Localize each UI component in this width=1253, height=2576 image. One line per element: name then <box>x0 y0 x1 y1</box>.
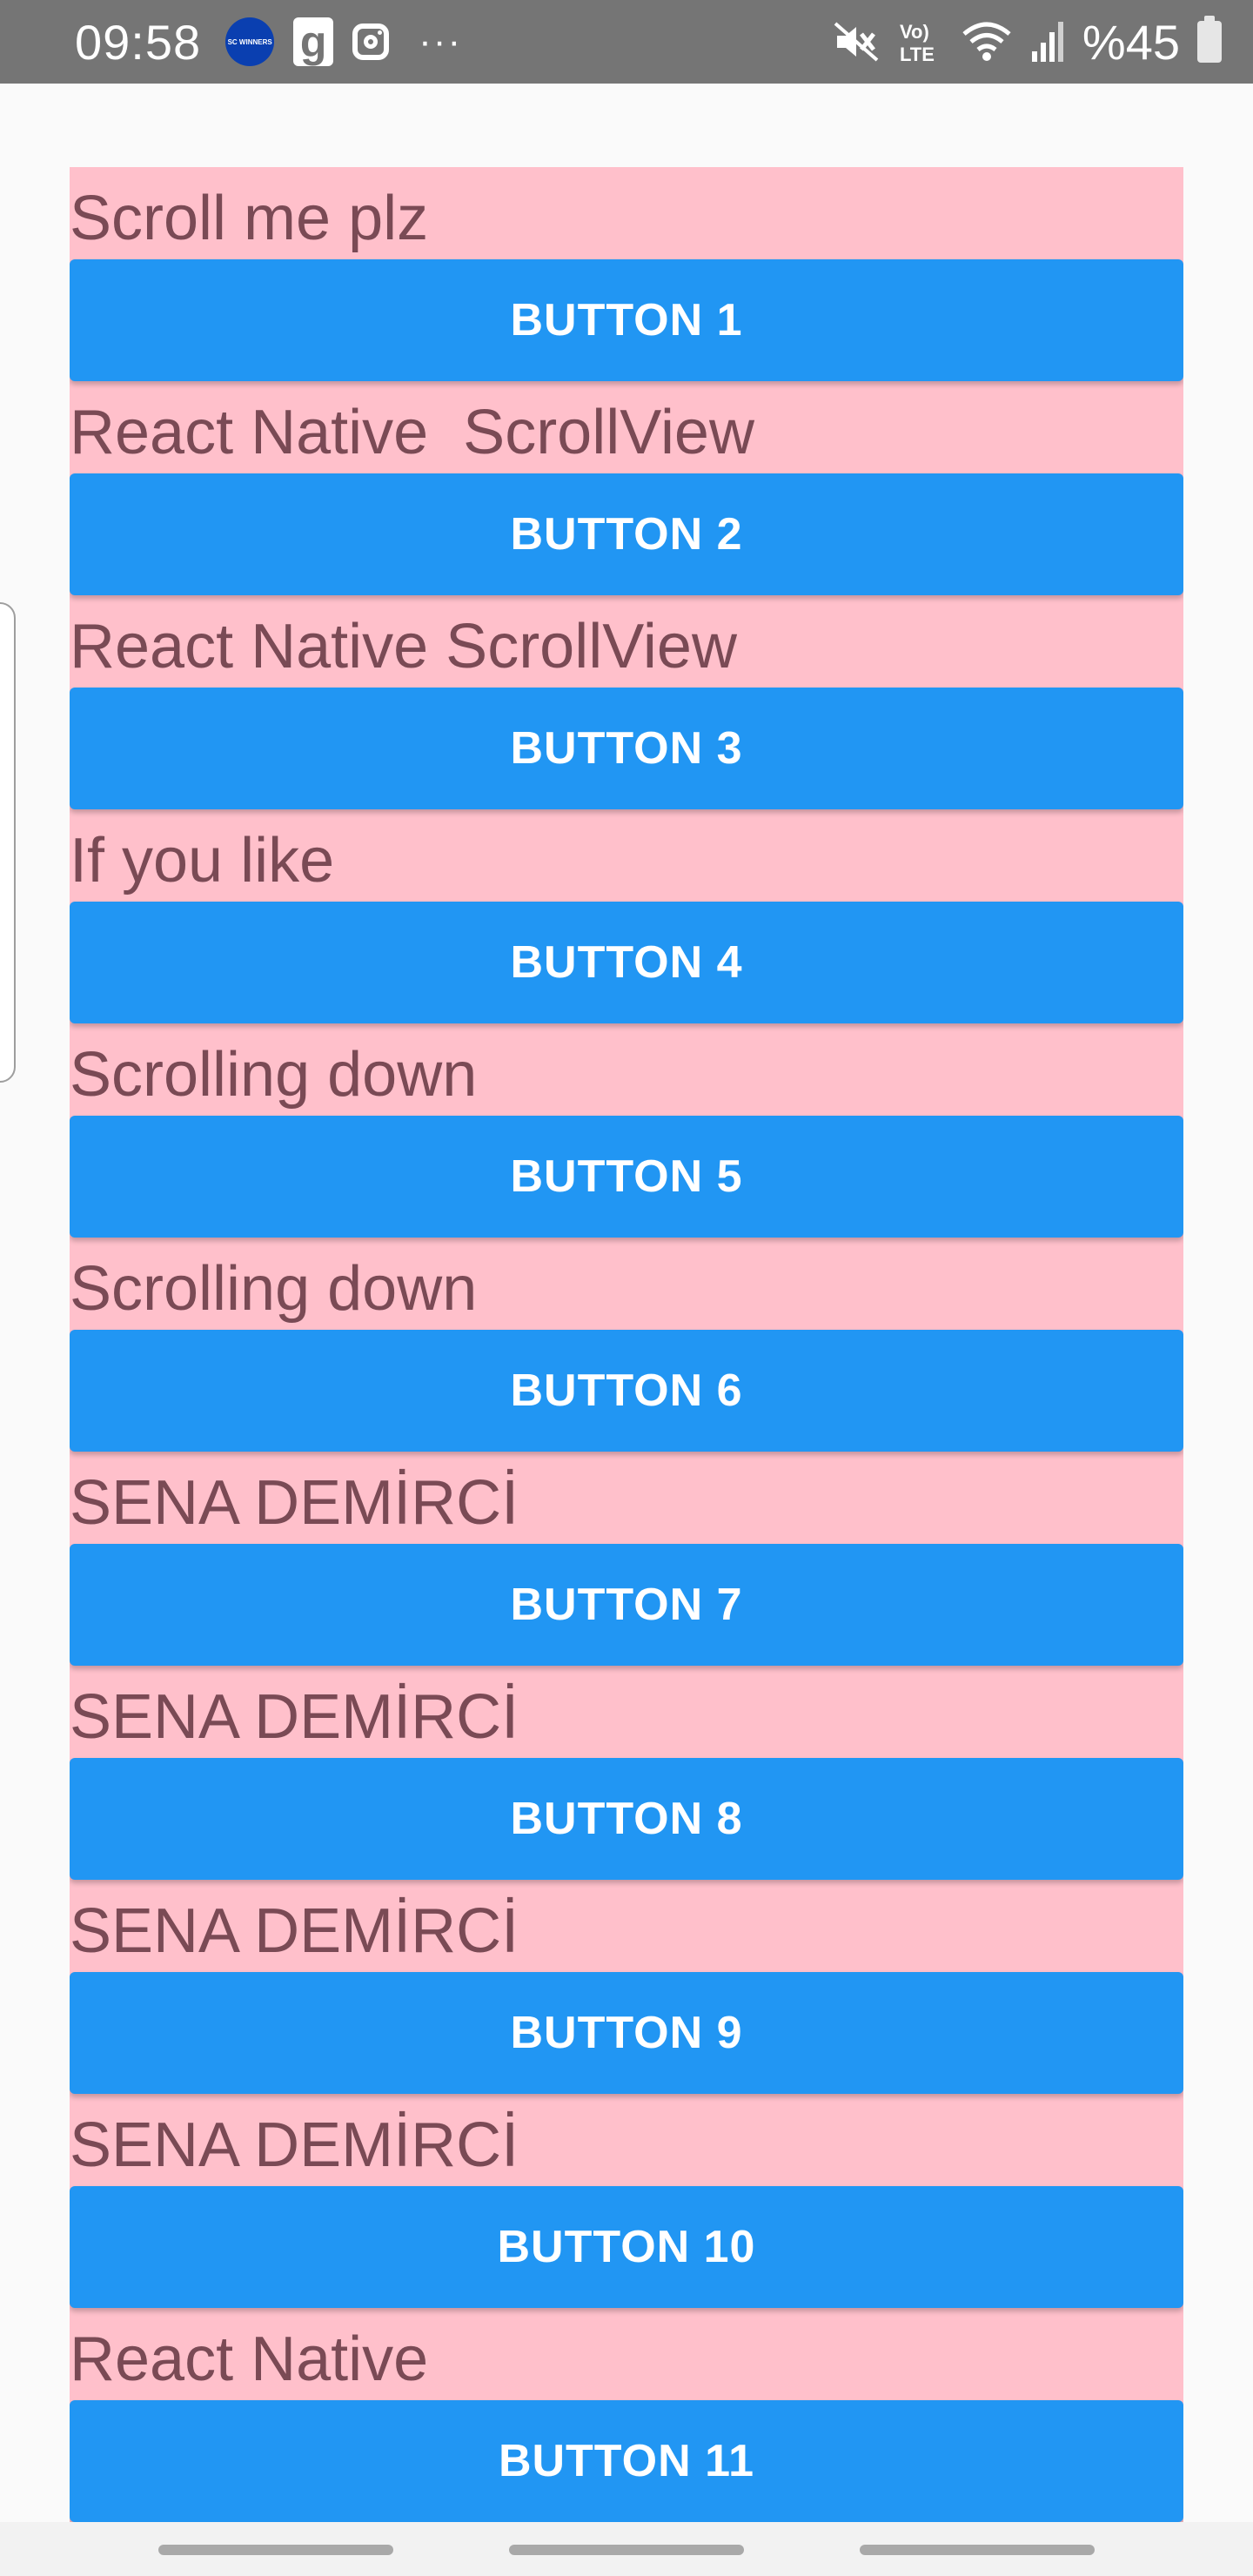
signal-icon <box>1030 20 1065 64</box>
g-app-icon: g <box>293 17 334 66</box>
scroll-item: SENA DEMİRCİ BUTTON 9 <box>70 1880 1183 2094</box>
button-4[interactable]: BUTTON 4 <box>70 902 1183 1023</box>
navigation-bar <box>0 2522 1253 2576</box>
button-8[interactable]: BUTTON 8 <box>70 1758 1183 1880</box>
scroll-item: React Native ScrollView BUTTON 2 <box>70 381 1183 595</box>
button-2[interactable]: BUTTON 2 <box>70 473 1183 595</box>
item-text: SENA DEMİRCİ <box>70 1896 519 1966</box>
battery-icon <box>1197 16 1222 63</box>
status-time: 09:58 <box>75 14 202 70</box>
item-text: Scrolling down <box>70 1040 478 1110</box>
instagram-icon <box>352 23 390 60</box>
scroll-item: Scrolling down BUTTON 6 <box>70 1238 1183 1452</box>
scroll-view[interactable]: Scroll me plz BUTTON 1 React Native Scro… <box>70 167 1183 2522</box>
scroll-item: React Native ScrollView BUTTON 3 <box>70 595 1183 809</box>
button-11[interactable]: BUTTON 11 <box>70 2400 1183 2522</box>
item-text: SENA DEMİRCİ <box>70 1468 519 1538</box>
button-6[interactable]: BUTTON 6 <box>70 1330 1183 1452</box>
mute-icon <box>834 20 881 64</box>
item-text: SENA DEMİRCİ <box>70 1682 519 1752</box>
button-3[interactable]: BUTTON 3 <box>70 688 1183 809</box>
system-status-icons: Vo) LTE %45 <box>834 14 1222 70</box>
item-text: React Native ScrollView <box>70 612 737 681</box>
more-notifications-icon: ··· <box>419 20 463 63</box>
svg-text:Vo): Vo) <box>900 21 929 43</box>
svg-text:LTE: LTE <box>900 44 935 65</box>
recents-gesture-handle[interactable] <box>158 2545 393 2555</box>
status-bar: 09:58 SC WINNERS g ··· Vo) LTE %45 <box>0 0 1253 84</box>
item-text: Scroll me plz <box>70 184 429 253</box>
scroll-item: If you like BUTTON 4 <box>70 809 1183 1023</box>
scroll-item: SENA DEMİRCİ BUTTON 7 <box>70 1452 1183 1666</box>
home-gesture-handle[interactable] <box>509 2545 744 2555</box>
edge-panel-handle[interactable] <box>0 602 16 1083</box>
volte-icon: Vo) LTE <box>898 17 943 66</box>
item-text: React Native <box>70 2324 429 2394</box>
button-1[interactable]: BUTTON 1 <box>70 259 1183 381</box>
button-10[interactable]: BUTTON 10 <box>70 2186 1183 2308</box>
scroll-item: SENA DEMİRCİ BUTTON 10 <box>70 2094 1183 2308</box>
item-text: If you like <box>70 826 335 896</box>
battery-percentage: %45 <box>1082 14 1180 70</box>
item-text: Scrolling down <box>70 1254 478 1324</box>
wifi-icon <box>961 20 1013 64</box>
scroll-item: Scroll me plz BUTTON 1 <box>70 167 1183 381</box>
notification-icons: SC WINNERS g ··· <box>225 17 462 66</box>
scroll-item: SENA DEMİRCİ BUTTON 8 <box>70 1666 1183 1880</box>
scroll-item: Scrolling down BUTTON 5 <box>70 1023 1183 1238</box>
button-9[interactable]: BUTTON 9 <box>70 1972 1183 2094</box>
item-text: React Native ScrollView <box>70 398 754 467</box>
app-badge-icon: SC WINNERS <box>225 17 275 66</box>
button-7[interactable]: BUTTON 7 <box>70 1544 1183 1666</box>
back-gesture-handle[interactable] <box>860 2545 1095 2555</box>
button-5[interactable]: BUTTON 5 <box>70 1116 1183 1238</box>
item-text: SENA DEMİRCİ <box>70 2110 519 2180</box>
scroll-item: React Native BUTTON 11 <box>70 2308 1183 2522</box>
